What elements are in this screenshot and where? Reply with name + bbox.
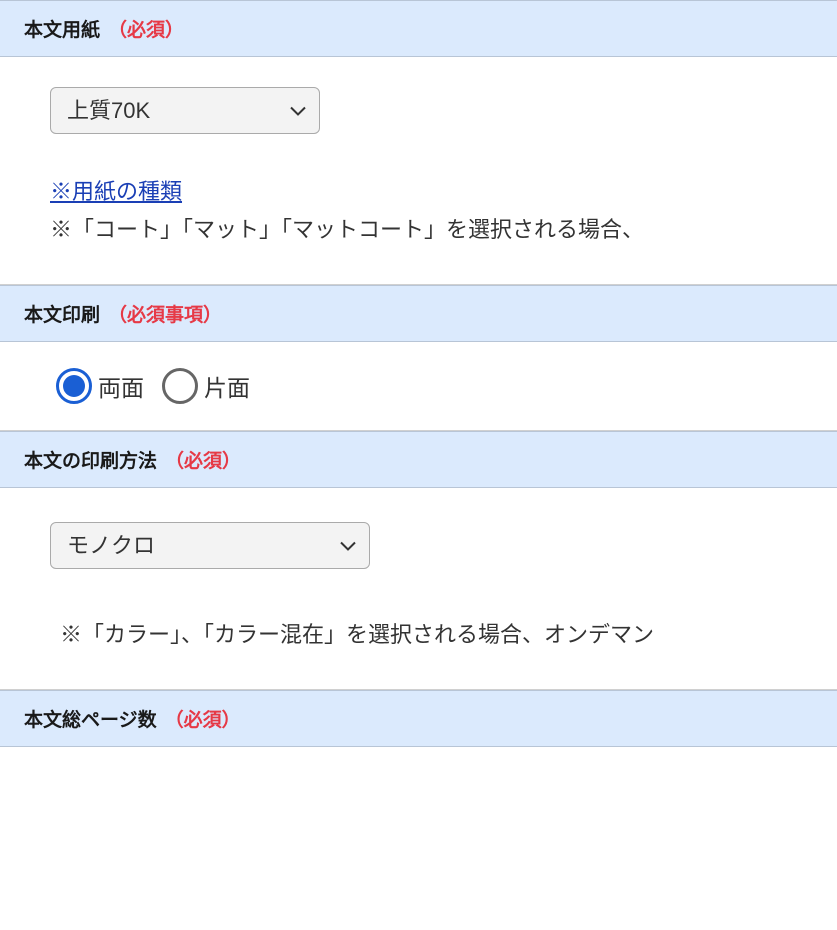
paper-type-select[interactable]: 上質70K — [50, 87, 320, 134]
radio-option-double[interactable]: 両面 — [56, 368, 144, 404]
paper-note-block: ※用紙の種類 ※「コート」「マット」「マットコート」を選択される場合、 — [50, 174, 787, 244]
section-header-paper: 本文用紙 （必須） — [0, 0, 837, 57]
radio-circle-single — [162, 368, 198, 404]
print-method-note: ※「カラー」、「カラー混在」を選択される場合、オンデマン — [50, 617, 787, 649]
radio-circle-double — [56, 368, 92, 404]
section-title-print-method: 本文の印刷方法 — [24, 446, 157, 473]
section-header-print-method: 本文の印刷方法 （必須） — [0, 431, 837, 488]
section-body-paper: 上質70K ※用紙の種類 ※「コート」「マット」「マットコート」を選択される場合… — [0, 57, 837, 285]
section-title-paper: 本文用紙 — [24, 15, 100, 42]
section-title-print-side: 本文印刷 — [24, 300, 100, 327]
section-body-print-method: モノクロ ※「カラー」、「カラー混在」を選択される場合、オンデマン — [0, 488, 837, 690]
section-header-page-count: 本文総ページ数 （必須） — [0, 690, 837, 747]
required-tag-paper: （必須） — [108, 15, 184, 42]
section-body-print-side: 両面 片面 — [0, 342, 837, 431]
required-tag-print-side: （必須事項） — [108, 300, 222, 327]
radio-dot-icon — [63, 375, 85, 397]
required-tag-page-count: （必須） — [165, 705, 241, 732]
print-side-radio-group: 両面 片面 — [56, 368, 787, 404]
section-header-print-side: 本文印刷 （必須事項） — [0, 285, 837, 342]
paper-type-link[interactable]: ※用紙の種類 — [50, 179, 182, 204]
radio-label-single: 片面 — [204, 369, 250, 403]
print-method-select[interactable]: モノクロ — [50, 522, 370, 569]
paper-note: ※「コート」「マット」「マットコート」を選択される場合、 — [50, 212, 787, 244]
paper-select-wrapper: 上質70K — [50, 87, 320, 134]
section-title-page-count: 本文総ページ数 — [24, 705, 157, 732]
radio-option-single[interactable]: 片面 — [162, 368, 250, 404]
required-tag-print-method: （必須） — [165, 446, 241, 473]
radio-label-double: 両面 — [98, 369, 144, 403]
print-method-select-wrapper: モノクロ — [50, 522, 370, 569]
